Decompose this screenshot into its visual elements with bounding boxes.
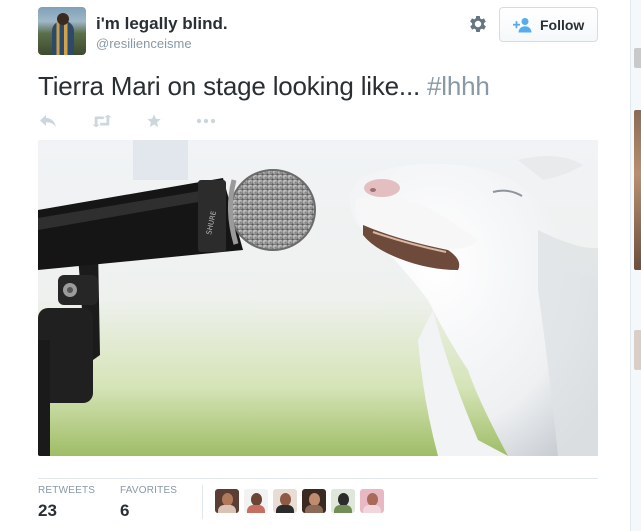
favorites-count: 6 — [120, 501, 130, 520]
favoriter-avatars — [215, 489, 384, 513]
tweet-body: Tierra Mari on stage looking like... — [38, 71, 421, 101]
favoriter-avatar[interactable] — [331, 489, 355, 513]
retweets-count: 23 — [38, 501, 57, 520]
favoriter-avatar[interactable] — [215, 489, 239, 513]
stats-divider-top — [38, 478, 598, 479]
favoriter-avatar[interactable] — [360, 489, 384, 513]
author-name[interactable]: i'm legally blind. — [96, 14, 228, 34]
adjacent-column-edge — [630, 0, 641, 531]
adjacent-thumbnail — [634, 48, 641, 68]
favorite-icon[interactable] — [144, 111, 164, 131]
avatar-person-figure — [52, 21, 74, 55]
retweet-icon[interactable] — [92, 111, 112, 131]
author-avatar[interactable] — [38, 7, 86, 55]
favorites-label: FAVORITES — [120, 485, 178, 496]
tweet-photo[interactable]: SHURE — [38, 140, 598, 456]
stats-separator — [202, 485, 203, 519]
reply-icon[interactable] — [38, 111, 58, 131]
retweets-stat[interactable]: RETWEETS 23 — [38, 485, 95, 521]
follow-button[interactable]: Follow — [499, 7, 598, 42]
tweet-text: Tierra Mari on stage looking like... #lh… — [38, 71, 490, 102]
adjacent-thumbnail — [634, 330, 641, 370]
more-icon[interactable] — [196, 111, 216, 131]
avatar-person-head — [57, 13, 69, 25]
adjacent-thumbnail — [634, 110, 641, 270]
add-user-icon — [513, 17, 532, 32]
tweet-actions — [38, 110, 216, 132]
hashtag-link[interactable]: #lhhh — [427, 71, 490, 101]
follow-button-label: Follow — [540, 16, 585, 33]
favoriter-avatar[interactable] — [273, 489, 297, 513]
goat-microphone-photo: SHURE — [38, 140, 598, 456]
retweets-label: RETWEETS — [38, 485, 96, 496]
favoriter-avatar[interactable] — [244, 489, 268, 513]
favoriter-avatar[interactable] — [302, 489, 326, 513]
author-handle[interactable]: @resilienceisme — [96, 36, 192, 51]
gear-icon[interactable] — [467, 13, 489, 35]
favorites-stat[interactable]: FAVORITES 6 — [120, 485, 177, 521]
